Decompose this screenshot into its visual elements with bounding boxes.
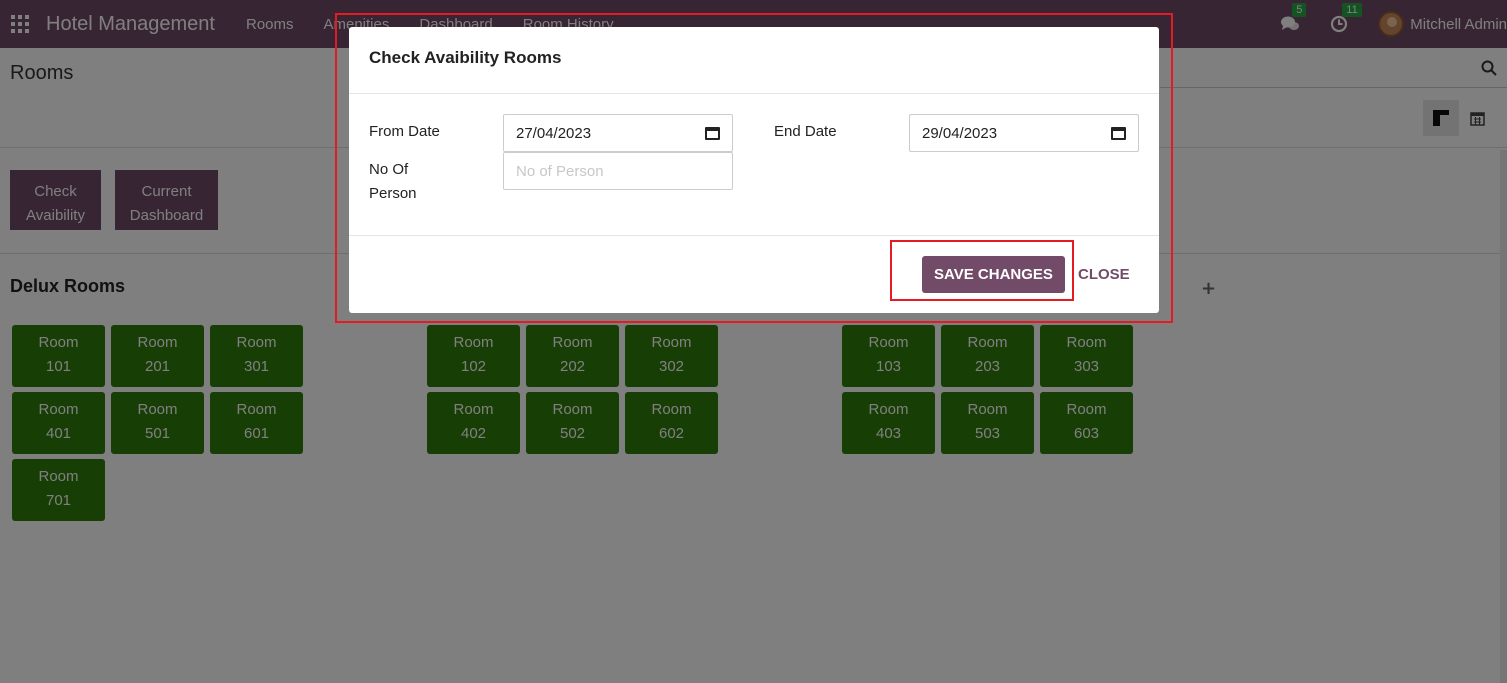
- highlight-save-box: [890, 240, 1074, 301]
